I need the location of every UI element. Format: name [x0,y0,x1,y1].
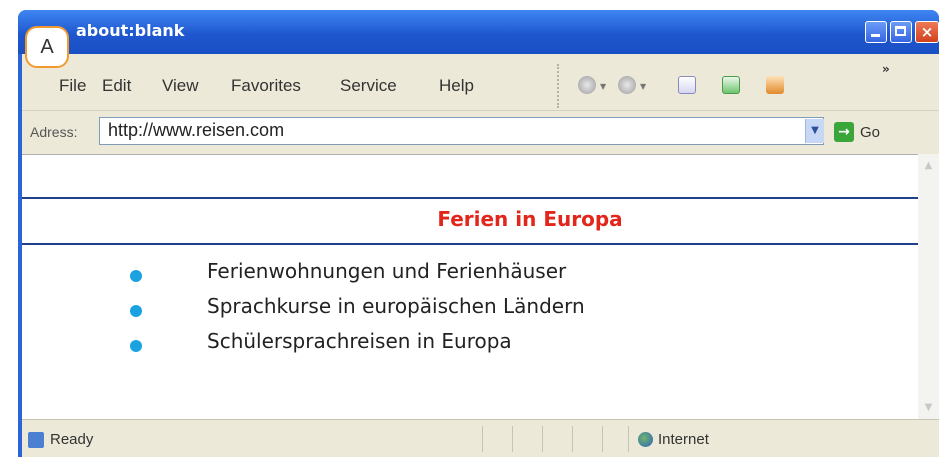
heading-rule-bottom [22,243,918,245]
status-divider [542,426,543,452]
vertical-scrollbar[interactable]: ▲ ▼ [918,154,939,419]
menu-service[interactable]: Service [340,76,397,96]
page-content: Ferien in Europa Ferienwohnungen und Fer… [22,154,918,420]
title-bar[interactable]: about:blank × [18,10,939,54]
back-icon[interactable] [578,76,596,94]
list-item-text: Sprachkurse in europäischen Ländern [207,294,585,318]
globe-icon [638,432,653,447]
back-dropdown-icon[interactable]: ▼ [600,82,606,91]
menu-favorites[interactable]: Favorites [231,76,301,96]
close-button[interactable]: × [915,21,939,43]
minimize-button[interactable] [865,21,887,43]
status-divider [602,426,603,452]
bullet-icon [130,340,142,352]
status-text: Ready [50,431,94,448]
address-bar: Adress: http://www.reisen.com ▼ → Go [22,110,939,155]
status-divider [628,426,629,452]
toolbar-separator [557,64,560,108]
browser-window: about:blank × File Edit View Favorites S… [18,10,939,457]
label-badge: A [25,26,69,68]
page-heading: Ferien in Europa [437,207,623,231]
status-divider [512,426,513,452]
menu-bar: File Edit View Favorites Service Help ▼ … [22,54,939,110]
close-icon: × [920,23,934,41]
toolbar-overflow-icon[interactable]: » [882,62,890,76]
security-zone: Internet [658,431,709,448]
address-label: Adress: [30,124,78,140]
stop-icon[interactable] [678,76,696,94]
address-dropdown-icon[interactable]: ▼ [805,119,824,143]
scroll-up-icon[interactable]: ▲ [920,157,937,174]
forward-icon[interactable] [618,76,636,94]
status-divider [572,426,573,452]
go-arrow-icon[interactable]: → [834,122,854,142]
list-item-text: Schülersprachreisen in Europa [207,329,512,353]
home-icon[interactable] [766,76,784,94]
bullet-icon [130,270,142,282]
maximize-icon [891,22,911,42]
menu-edit[interactable]: Edit [102,76,131,96]
menu-view[interactable]: View [162,76,199,96]
window-title: about:blank [76,21,185,40]
list-item-text: Ferienwohnungen und Ferienhäuser [207,259,567,283]
status-bar: Ready Internet [22,419,939,457]
forward-dropdown-icon[interactable]: ▼ [640,82,646,91]
page-icon [28,432,44,448]
menu-file[interactable]: File [59,76,86,96]
bullet-icon [130,305,142,317]
heading-rule-top [22,197,918,199]
menu-help[interactable]: Help [439,76,474,96]
minimize-icon [866,22,886,42]
refresh-icon[interactable] [722,76,740,94]
address-input[interactable]: http://www.reisen.com [99,117,824,145]
go-button[interactable]: Go [860,124,880,141]
maximize-button[interactable] [890,21,912,43]
status-divider [482,426,483,452]
scroll-down-icon[interactable]: ▼ [920,399,937,416]
